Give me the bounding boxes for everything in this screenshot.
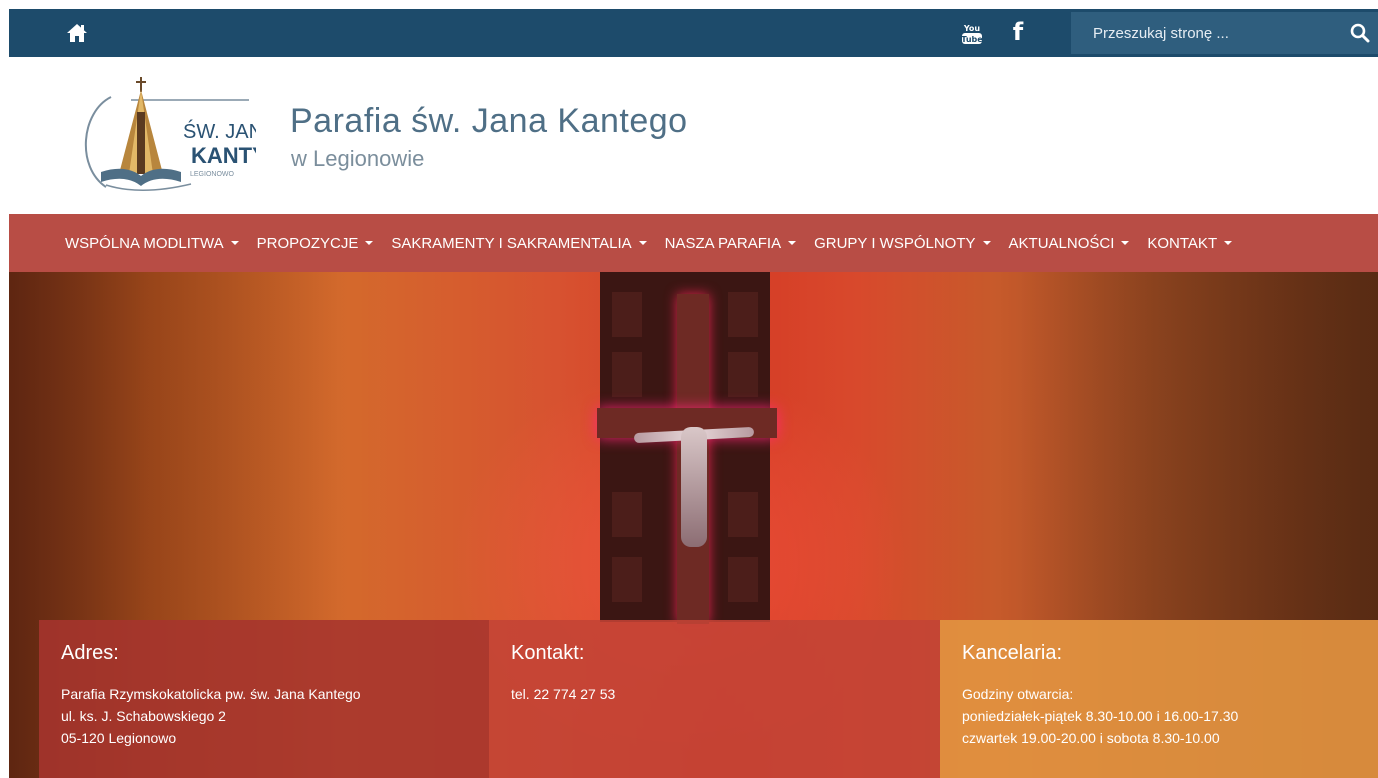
parish-logo[interactable]: ŚW. JAN KANTY LEGIONOWO [71,72,256,197]
kancelaria-heading: Kancelaria: [962,642,1063,664]
kancelaria-line: czwartek 19.00-20.00 i sobota 8.30-10.00 [962,730,1220,746]
top-bar: You Tube f [9,9,1378,57]
logo-line3: LEGIONOWO [190,171,235,178]
caret-down-icon [230,241,239,245]
nav-label: PROPOZYCJE [256,234,359,252]
nav-item-aktualnosci[interactable]: AKTUALNOŚCI [1009,235,1130,252]
crucifix-figure [681,427,707,547]
caret-down-icon [638,241,647,245]
caret-down-icon [1121,241,1130,245]
logo-line2: KANTY [191,143,256,168]
nav-label: WSPÓLNA MODLITWA [65,234,224,252]
site-title[interactable]: Parafia św. Jana Kantego [290,102,688,141]
info-box-kancelaria: Kancelaria: Godziny otwarcia: poniedział… [940,620,1378,778]
kancelaria-line: poniedziałek-piątek 8.30-10.00 i 16.00-1… [962,708,1239,724]
nav-item-sakramenty[interactable]: SAKRAMENTY I SAKRAMENTALIA [391,234,647,252]
nav-label: AKTUALNOŚCI [1008,234,1115,252]
nav-label: SAKRAMENTY I SAKRAMENTALIA [391,234,632,252]
home-icon[interactable] [66,23,88,43]
logo-line1: ŚW. JAN [183,119,256,143]
kontakt-heading: Kontakt: [511,642,585,664]
kontakt-phone[interactable]: tel. 22 774 27 53 [511,683,918,705]
caret-down-icon [365,241,374,245]
svg-text:Tube: Tube [961,35,983,44]
nav-label: NASZA PARAFIA [664,234,782,252]
caret-down-icon [1224,241,1233,245]
nav-label: KONTAKT [1147,234,1218,252]
adres-line: 05-120 Legionowo [61,730,177,746]
nav-item-kontakt[interactable]: KONTAKT [1147,234,1233,252]
nav-item-propozycje[interactable]: PROPOZYCJE [257,235,374,252]
nav-item-wspolna-modlitwa[interactable]: WSPÓLNA MODLITWA [65,235,239,252]
adres-line: Parafia Rzymskokatolicka pw. św. Jana Ka… [61,686,361,702]
adres-heading: Adres: [61,642,119,664]
search-input[interactable] [1071,12,1341,54]
kancelaria-line: Godziny otwarcia: [962,686,1074,702]
youtube-icon[interactable]: You Tube [961,21,983,45]
info-box-kontakt: Kontakt: tel. 22 774 27 53 [489,620,940,778]
adres-line: ul. ks. J. Schabowskiego 2 [61,708,226,724]
caret-down-icon [788,241,797,245]
site-header: ŚW. JAN KANTY LEGIONOWO Parafia św. Jana… [9,57,1378,214]
info-box-adres: Adres: Parafia Rzymskokatolicka pw. św. … [39,620,489,778]
nav-item-grupy[interactable]: GRUPY I WSPÓLNOTY [814,234,991,252]
nav-label: GRUPY I WSPÓLNOTY [814,234,976,252]
facebook-icon[interactable]: f [1007,17,1029,47]
caret-down-icon [982,241,991,245]
main-nav: WSPÓLNA MODLITWA PROPOZYCJE SAKRAMENTY I… [9,214,1378,272]
svg-text:You: You [963,24,981,33]
site-subtitle: w Legionowie [291,146,425,171]
search-icon[interactable] [1350,23,1370,43]
search-box [1071,12,1378,54]
nav-item-nasza-parafia[interactable]: NASZA PARAFIA [664,234,797,252]
